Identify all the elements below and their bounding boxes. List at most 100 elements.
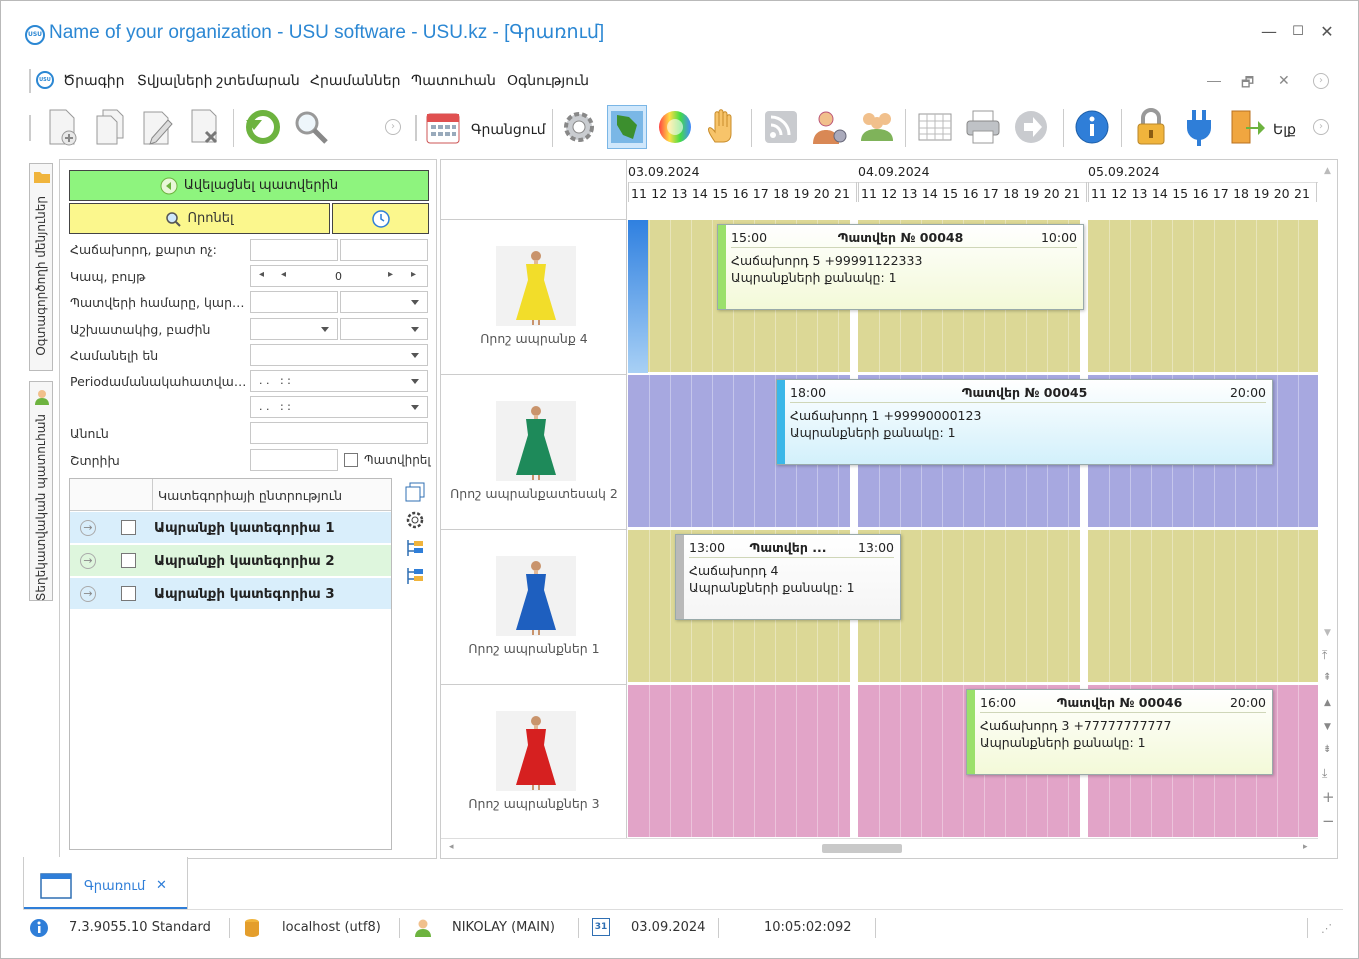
appointment-card[interactable]: 16:00 Պատվեր № 00046 20:00 Հաճախորդ 3 +7777…: [966, 689, 1273, 775]
scroll-bottom-icon[interactable]: ⤓: [1322, 766, 1327, 781]
scroll-top-icon[interactable]: ⤒: [1322, 648, 1327, 663]
user-settings-icon[interactable]: [809, 105, 849, 149]
table-grid-icon[interactable]: [915, 105, 955, 149]
expand-row-icon[interactable]: →: [80, 586, 96, 602]
resource-row-header[interactable]: Որոշ ապրանքներ 3: [441, 685, 627, 840]
menu-window[interactable]: Պատուհան: [411, 72, 496, 89]
search-icon[interactable]: [291, 105, 331, 149]
card-field[interactable]: [340, 239, 428, 261]
category-header-label[interactable]: Կատեգորիայի ընտրություն: [158, 488, 342, 503]
forward-arrow-icon[interactable]: [1011, 105, 1051, 149]
toolbar-overflow-icon-2[interactable]: ›: [1301, 105, 1341, 149]
period-to-field[interactable]: . . : :: [250, 396, 428, 418]
zoom-out-icon[interactable]: −: [1322, 812, 1335, 830]
available-select[interactable]: [250, 344, 428, 366]
resource-row-header[interactable]: Որոշ ապրանքատեսակ 2: [441, 375, 627, 530]
printer-icon[interactable]: [963, 105, 1003, 149]
refresh-icon[interactable]: [243, 105, 283, 149]
tab-user-menu[interactable]: Օգտագործողի մենյուներ: [29, 163, 53, 371]
stepper-prev-icon[interactable]: ◂: [281, 269, 286, 280]
expand-all-icon[interactable]: [405, 538, 425, 558]
menu-help[interactable]: Օգնություն: [507, 72, 589, 89]
horizontal-scroll-thumb[interactable]: [822, 844, 902, 853]
appointment-card[interactable]: 15:00 Պատվեր № 00048 10:00 Հաճախորդ 5 +9999…: [717, 224, 1084, 310]
search-button[interactable]: Որոնել: [69, 203, 330, 234]
employee-select[interactable]: [250, 318, 338, 340]
table-row[interactable]: → Ապրանքի կատեգորիա 3: [70, 578, 391, 610]
menu-database[interactable]: Տվյալների շտեմարան: [137, 72, 300, 89]
row-checkbox[interactable]: [121, 553, 136, 568]
rss-feed-icon[interactable]: [761, 105, 801, 149]
expand-row-icon[interactable]: →: [80, 520, 96, 536]
stepper-next-icon[interactable]: ▸: [388, 269, 393, 280]
department-select[interactable]: [340, 318, 428, 340]
expand-row-icon[interactable]: →: [80, 553, 96, 569]
tab-info-window[interactable]: Տեղեկատվական պատուհան: [29, 381, 53, 601]
menu-overflow-icon[interactable]: ›: [1313, 73, 1329, 89]
order-number-field[interactable]: [250, 291, 338, 313]
calendar-label[interactable]: Գրանցում: [471, 121, 546, 138]
exit-door-icon[interactable]: [1227, 105, 1267, 149]
scroll-down-icon[interactable]: ▼: [1324, 722, 1331, 732]
scroll-page-up-icon[interactable]: ⇞: [1323, 672, 1331, 683]
client-field[interactable]: [250, 239, 338, 261]
resource-lane[interactable]: 16:00 Պատվեր № 00046 20:00 Հաճախորդ 3 +7777…: [628, 685, 1318, 838]
hand-icon[interactable]: [703, 105, 743, 149]
clear-filter-button[interactable]: [332, 203, 429, 234]
stepper-last-icon[interactable]: ▸: [411, 269, 416, 280]
color-palette-icon[interactable]: [655, 105, 695, 149]
resource-lane[interactable]: 18:00 Պատվեր № 00045 20:00 Հաճախորդ 1 +9999…: [628, 375, 1318, 528]
resize-grip-icon[interactable]: ⋰: [1321, 922, 1332, 935]
resource-row-header[interactable]: Որոշ ապրանք 4: [441, 220, 627, 375]
plug-icon[interactable]: [1179, 105, 1219, 149]
horizontal-scrollbar[interactable]: ◂ ▸: [441, 838, 1318, 858]
zoom-in-icon[interactable]: +: [1322, 788, 1335, 806]
resource-lane[interactable]: 13:00 Պատվեր ... 13:00 Հաճախորդ 4 Ապրանքների…: [628, 530, 1318, 683]
table-row[interactable]: → Ապրանքի կատեգորիա 2: [70, 545, 391, 577]
users-group-icon[interactable]: [857, 105, 897, 149]
add-record-icon[interactable]: [42, 105, 82, 149]
copy-window-icon[interactable]: [405, 482, 425, 502]
vertical-scrollbar[interactable]: ▲ ▼ ⤒ ⇞ ▲ ▼ ⇟ ⤓ + −: [1318, 160, 1337, 840]
resource-row-header[interactable]: Որոշ ապրանքներ 1: [441, 530, 627, 685]
contact-stepper[interactable]: ◂ ◂ 0 ▸ ▸: [250, 265, 428, 287]
settings-gear-icon[interactable]: [559, 105, 599, 149]
close-button[interactable]: ✕: [1315, 21, 1339, 43]
document-tab[interactable]: Գրառում ✕: [23, 857, 188, 910]
mdi-close-button[interactable]: ✕: [1278, 72, 1290, 89]
close-tab-button[interactable]: ✕: [156, 878, 167, 893]
delete-record-icon[interactable]: [185, 105, 225, 149]
resource-lane[interactable]: 15:00 Պատվեր № 00048 10:00 Հաճախորդ 5 +9999…: [628, 220, 1318, 373]
menu-program[interactable]: Ծրագիր: [63, 72, 125, 89]
add-to-order-button[interactable]: Ավելացնել պատվերին: [69, 170, 429, 201]
appointment-card[interactable]: 18:00 Պատվեր № 00045 20:00 Հաճախորդ 1 +9999…: [776, 379, 1273, 465]
copy-record-icon[interactable]: [89, 105, 129, 149]
appointment-card[interactable]: 13:00 Պատվեր ... 13:00 Հաճախորդ 4 Ապրանքների…: [675, 534, 901, 620]
order-status-select[interactable]: [340, 291, 428, 313]
scroll-up-icon[interactable]: ▲: [1324, 698, 1331, 708]
row-checkbox[interactable]: [121, 586, 136, 601]
minimize-button[interactable]: —: [1257, 21, 1281, 43]
exit-label[interactable]: Ելք: [1273, 121, 1296, 138]
row-checkbox[interactable]: [121, 520, 136, 535]
mdi-restore-button[interactable]: 🗗: [1241, 72, 1254, 96]
info-icon[interactable]: [1072, 105, 1112, 149]
mdi-minimize-button[interactable]: —: [1207, 72, 1221, 88]
name-field[interactable]: [250, 422, 428, 444]
stepper-first-icon[interactable]: ◂: [259, 269, 264, 280]
collapse-all-icon[interactable]: [405, 566, 425, 586]
maximize-button[interactable]: ☐: [1286, 21, 1310, 43]
map-icon[interactable]: [607, 105, 647, 149]
menu-commands[interactable]: Հրամաններ: [310, 72, 401, 89]
edit-record-icon[interactable]: [137, 105, 177, 149]
app-menu-icon[interactable]: USU: [36, 71, 54, 89]
lock-icon[interactable]: [1131, 105, 1171, 149]
ordered-checkbox[interactable]: [344, 453, 358, 467]
gear-icon[interactable]: [405, 510, 425, 530]
toolbar-overflow-icon[interactable]: ›: [373, 105, 413, 149]
calendar-icon[interactable]: [423, 105, 463, 149]
table-row[interactable]: → Ապրանքի կատեգորիա 1: [70, 512, 391, 544]
period-from-field[interactable]: . . : :: [250, 370, 428, 392]
barcode-field[interactable]: [250, 449, 338, 471]
scroll-page-down-icon[interactable]: ⇟: [1323, 744, 1331, 755]
